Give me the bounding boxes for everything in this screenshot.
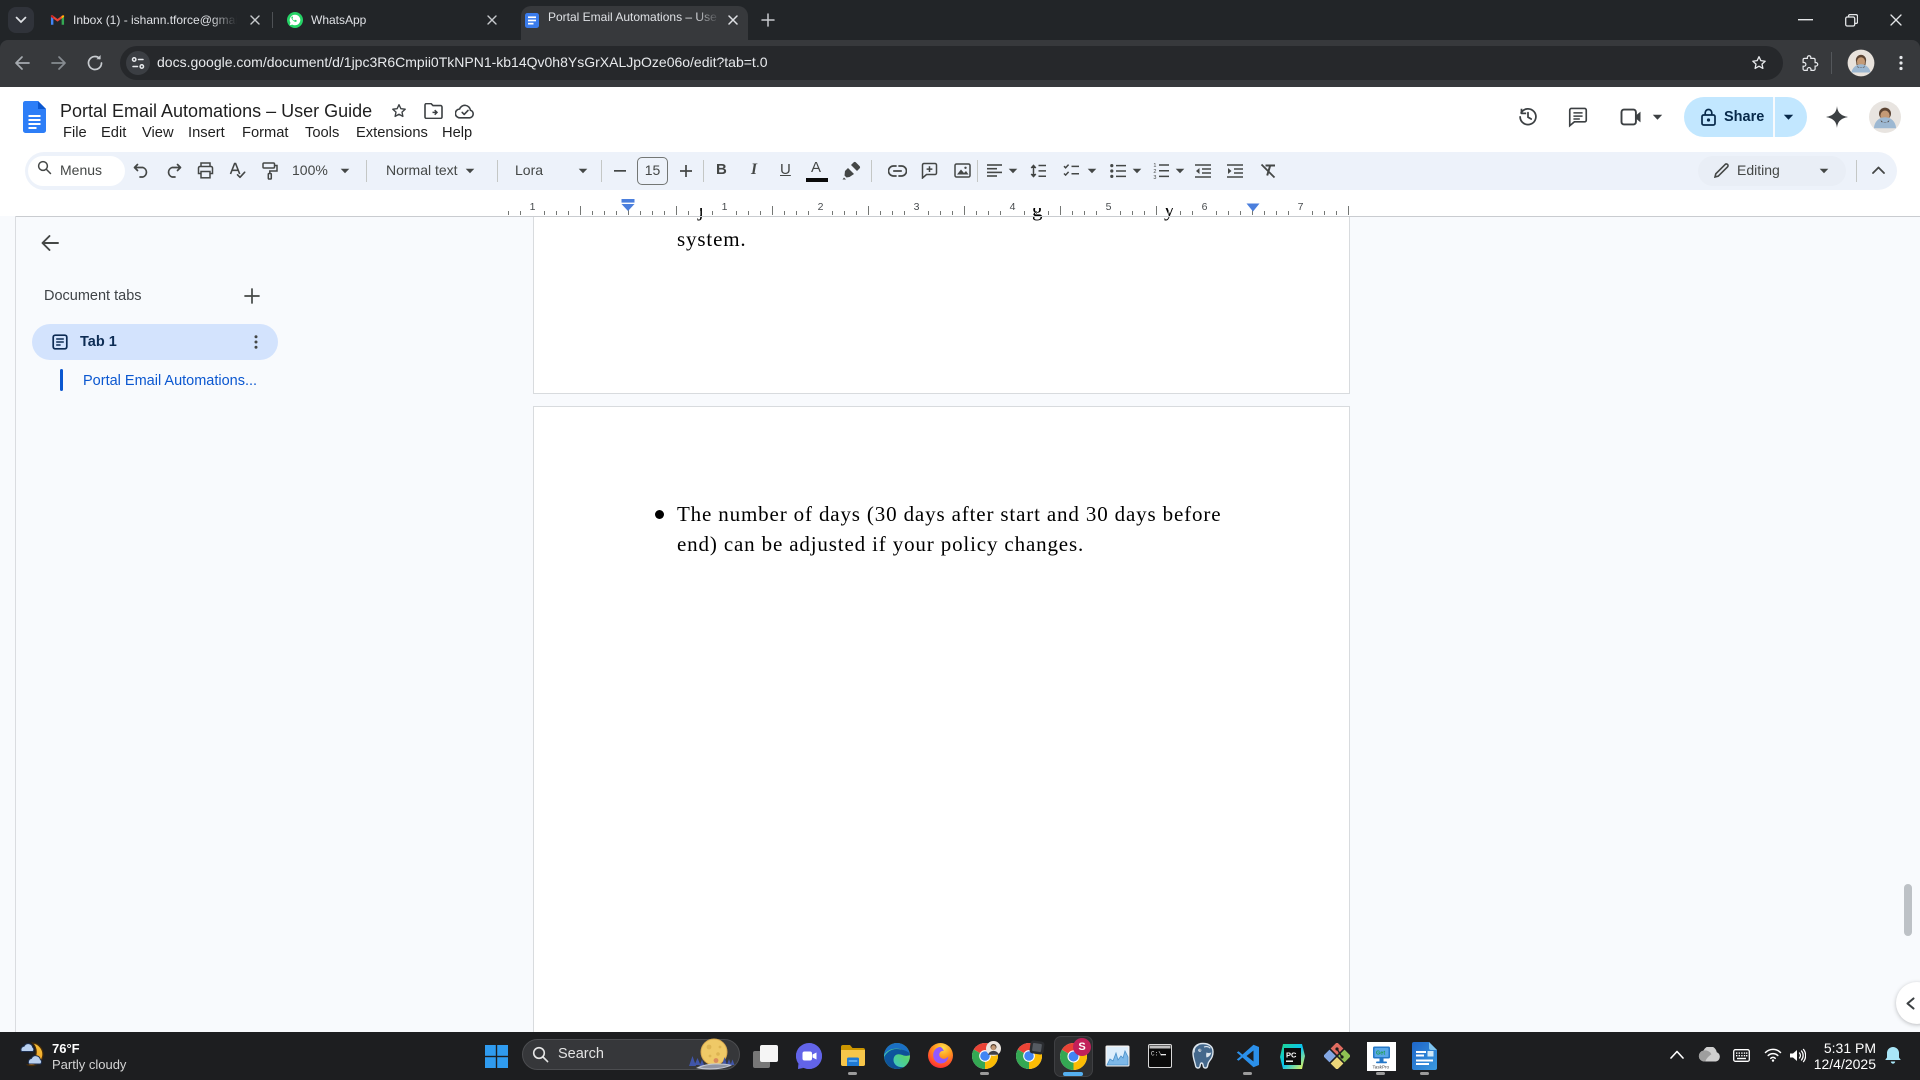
- svg-text:1: 1: [722, 201, 728, 213]
- svg-text:1: 1: [530, 201, 536, 213]
- svg-text:6: 6: [1202, 201, 1208, 213]
- svg-text:PC: PC: [1286, 1051, 1297, 1060]
- svg-text:3: 3: [914, 201, 920, 213]
- svg-text:4: 4: [1010, 201, 1016, 213]
- svg-text:Get: Get: [1376, 1051, 1385, 1057]
- svg-text:5: 5: [1106, 201, 1112, 213]
- svg-text:2: 2: [818, 201, 824, 213]
- svg-text:3: 3: [1153, 175, 1156, 179]
- svg-text:C:\: C:\: [1151, 1051, 1162, 1058]
- svg-text:7: 7: [1298, 201, 1304, 213]
- svg-text:TaskPro: TaskPro: [1373, 1065, 1390, 1070]
